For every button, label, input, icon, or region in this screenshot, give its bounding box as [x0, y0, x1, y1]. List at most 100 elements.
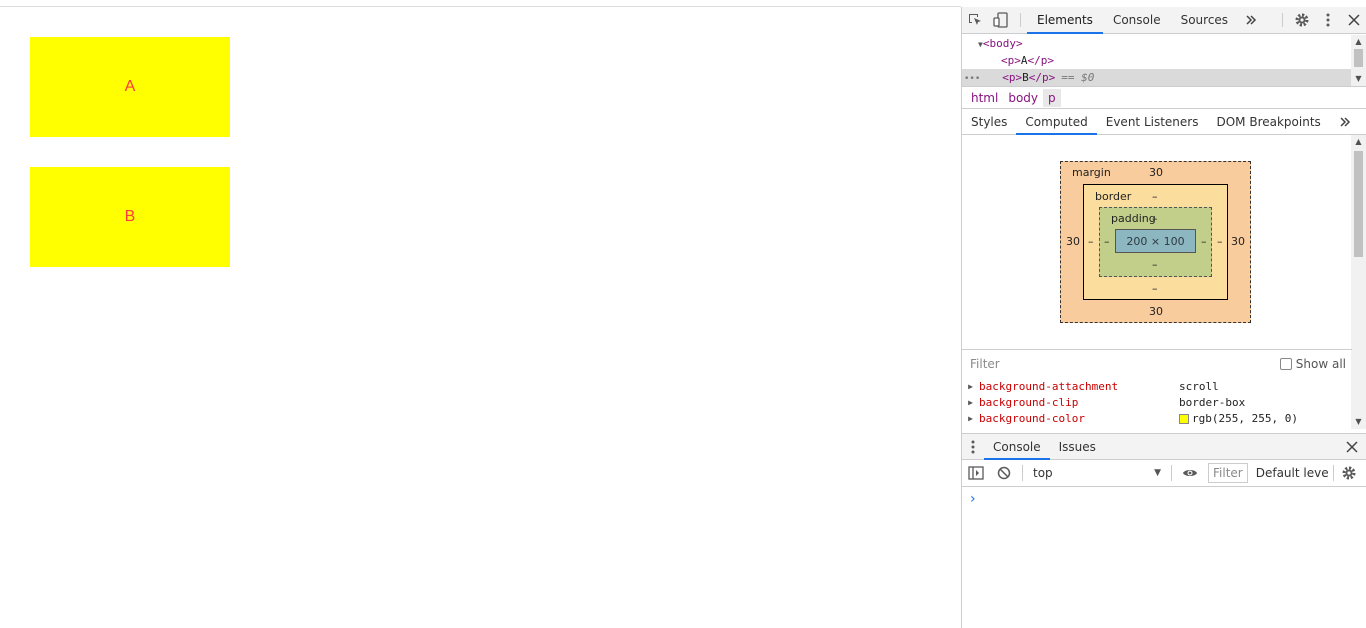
padding-top-value[interactable]: – — [1152, 212, 1158, 225]
devtools-panel: Elements Console Sources ▼<body> <p>A</p… — [961, 7, 1366, 628]
box-model-padding: padding – – – – 200 × 100 — [1099, 207, 1212, 277]
color-swatch[interactable] — [1179, 414, 1189, 424]
margin-top-value[interactable]: 30 — [1149, 166, 1163, 179]
separator — [1282, 13, 1283, 27]
tab-styles[interactable]: Styles — [962, 109, 1016, 134]
expand-arrow-icon[interactable]: ▶ — [962, 379, 979, 395]
separator — [1020, 13, 1021, 27]
property-value-text: rgb(255, 255, 0) — [1192, 412, 1298, 425]
tab-styles-label: Styles — [971, 114, 1008, 129]
padding-right-value[interactable]: – — [1201, 235, 1207, 248]
clear-console-icon[interactable] — [990, 460, 1018, 486]
tab-dom-breakpoints[interactable]: DOM Breakpoints — [1207, 109, 1329, 134]
computed-filter-input[interactable]: Filter — [970, 357, 1280, 371]
inspect-element-icon[interactable] — [962, 7, 988, 33]
dom-tree-scrollbar[interactable]: ▲ ▼ — [1351, 35, 1366, 86]
property-row[interactable]: ▶ background-clip border-box — [962, 395, 1352, 411]
separator — [1332, 465, 1334, 481]
node-actions-dots[interactable]: ••• — [962, 74, 980, 84]
property-row[interactable]: ▶ background-attachment scroll — [962, 379, 1352, 395]
margin-right-value[interactable]: 30 — [1231, 235, 1245, 248]
context-selector[interactable]: top ▼ — [1027, 466, 1167, 480]
margin-label: margin — [1072, 166, 1111, 179]
padding-left-value[interactable]: – — [1104, 235, 1110, 248]
tab-computed-label: Computed — [1025, 114, 1088, 129]
show-all-checkbox[interactable] — [1279, 357, 1292, 370]
selected-marker: == $0 — [1061, 71, 1095, 84]
margin-bottom-value[interactable]: 30 — [1149, 305, 1163, 318]
tab-elements[interactable]: Elements — [1027, 7, 1103, 34]
drawer-menu-icon[interactable] — [962, 434, 984, 459]
close-devtools-icon[interactable] — [1341, 7, 1366, 33]
show-all-toggle[interactable]: Show all — [1279, 356, 1346, 371]
breadcrumb-p[interactable]: p — [1043, 88, 1061, 107]
console-settings-gear-icon[interactable] — [1338, 460, 1360, 486]
tab-console[interactable]: Console — [1103, 7, 1171, 33]
p-close-tag: </p> — [1028, 71, 1056, 84]
tab-computed[interactable]: Computed — [1016, 109, 1098, 135]
paragraph-b-text: B — [124, 208, 136, 225]
log-levels-dropdown[interactable]: Default leve — [1256, 466, 1329, 480]
property-value: scroll — [1179, 379, 1219, 395]
margin-left-value[interactable]: 30 — [1066, 235, 1080, 248]
page-viewport: A B — [0, 7, 961, 628]
tab-event-listeners-label: Event Listeners — [1105, 114, 1199, 129]
border-label: border — [1095, 190, 1132, 203]
border-left-value[interactable]: – — [1088, 235, 1094, 248]
padding-label: padding — [1111, 212, 1156, 225]
property-name: background-attachment — [979, 380, 1119, 393]
box-model-margin: margin 30 30 30 30 border – – – – paddin… — [1060, 161, 1251, 323]
drawer-tab-issues[interactable]: Issues — [1050, 434, 1105, 459]
devtools-tabbar: Elements Console Sources — [962, 7, 1366, 34]
tab-sources-label: Sources — [1180, 13, 1229, 27]
property-value: border-box — [1179, 395, 1245, 411]
property-row[interactable]: ▶ background-color rgb(255, 255, 0) — [962, 411, 1352, 427]
border-bottom-value[interactable]: – — [1152, 282, 1158, 295]
scroll-thumb[interactable] — [1354, 49, 1363, 67]
dom-tree: ▼<body> <p>A</p> ••• <p>B</p> == $0 — [962, 35, 1352, 86]
drawer-tab-issues-label: Issues — [1058, 439, 1096, 454]
padding-bottom-value[interactable]: – — [1152, 258, 1158, 271]
scroll-up-icon[interactable]: ▲ — [1351, 136, 1366, 148]
device-toolbar-icon[interactable] — [988, 7, 1014, 33]
property-name: background-clip — [979, 396, 1079, 409]
property-value-text: border-box — [1179, 396, 1246, 409]
breadcrumb-body[interactable]: body — [1003, 89, 1043, 107]
computed-pane: margin 30 30 30 30 border – – – – paddin… — [962, 135, 1352, 349]
drawer-tab-console[interactable]: Console — [984, 434, 1050, 460]
dom-node-body[interactable]: ▼<body> — [962, 35, 1352, 52]
console-prompt[interactable]: › — [970, 491, 976, 507]
dom-node-p-b[interactable]: ••• <p>B</p> == $0 — [962, 69, 1352, 86]
dropdown-arrow-icon: ▼ — [1154, 468, 1161, 478]
tab-dom-breakpoints-label: DOM Breakpoints — [1216, 114, 1321, 129]
scroll-down-icon[interactable]: ▼ — [1351, 416, 1366, 428]
more-options-icon[interactable] — [1315, 7, 1341, 33]
property-value: rgb(255, 255, 0) — [1179, 411, 1298, 427]
border-top-value[interactable]: – — [1152, 190, 1158, 203]
dom-node-p-a[interactable]: <p>A</p> — [962, 52, 1352, 69]
expand-arrow-icon[interactable]: ▶ — [962, 395, 979, 411]
scroll-thumb[interactable] — [1354, 151, 1363, 257]
border-right-value[interactable]: – — [1217, 235, 1223, 248]
tab-event-listeners[interactable]: Event Listeners — [1097, 109, 1208, 134]
computed-properties-list: ▶ background-attachment scroll ▶ backgro… — [962, 379, 1352, 427]
settings-gear-icon[interactable] — [1289, 7, 1315, 33]
separator — [1171, 465, 1172, 481]
console-filter-input[interactable]: Filter — [1208, 463, 1248, 483]
show-all-label: Show all — [1295, 356, 1346, 371]
box-model-content[interactable]: 200 × 100 — [1115, 229, 1196, 253]
expand-arrow-icon[interactable]: ▶ — [962, 411, 979, 427]
tab-sources[interactable]: Sources — [1171, 7, 1238, 33]
close-drawer-icon[interactable] — [1337, 434, 1366, 459]
computed-scrollbar[interactable]: ▲ ▼ — [1351, 135, 1366, 429]
scroll-up-icon[interactable]: ▲ — [1351, 36, 1366, 48]
live-expression-eye-icon[interactable] — [1176, 460, 1204, 486]
more-tabs-icon[interactable] — [1238, 7, 1264, 33]
breadcrumb-html[interactable]: html — [966, 89, 1003, 107]
more-subtabs-icon[interactable] — [1330, 109, 1360, 134]
p-close-tag: </p> — [1027, 54, 1055, 67]
tab-elements-label: Elements — [1037, 13, 1093, 27]
paragraph-a-text: A — [124, 78, 136, 95]
show-sidebar-icon[interactable] — [962, 460, 990, 486]
scroll-down-icon[interactable]: ▼ — [1351, 73, 1366, 85]
